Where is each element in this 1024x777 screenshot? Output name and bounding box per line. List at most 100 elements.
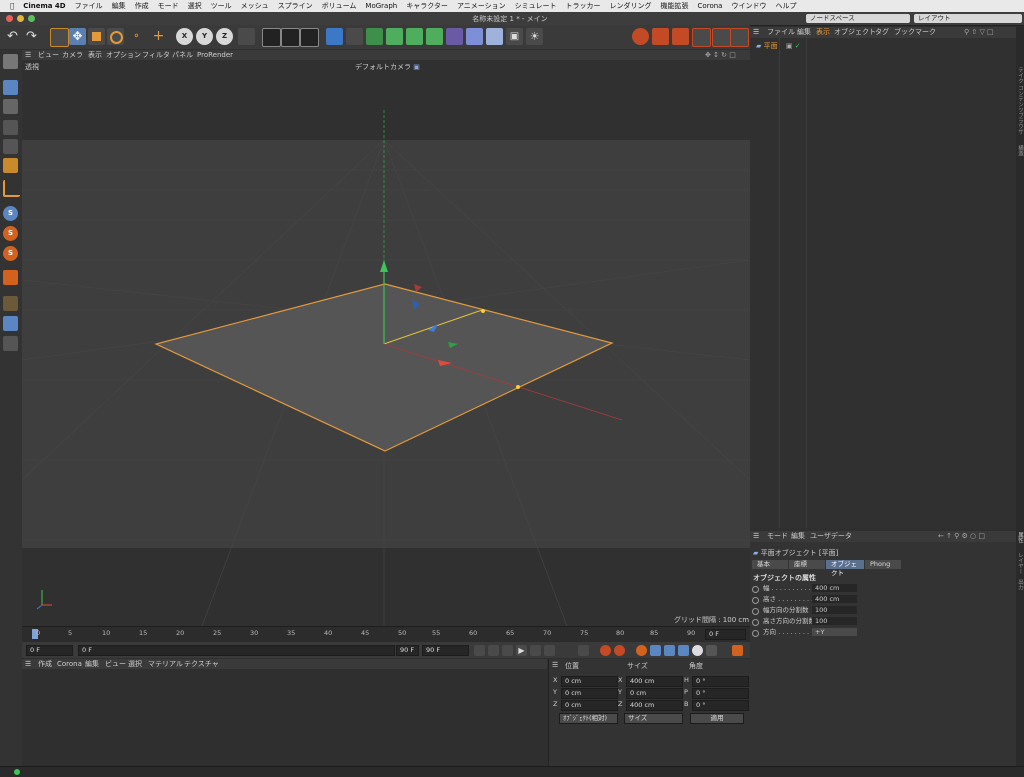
tab-layers[interactable]: レイヤー: [1016, 552, 1024, 574]
height-field[interactable]: 400 cm: [812, 595, 857, 603]
rotate-tool-icon[interactable]: [107, 28, 124, 45]
attributes-menu-mode[interactable]: モード: [767, 531, 788, 541]
make-editable-icon[interactable]: [3, 54, 18, 69]
object-menu-bookmark[interactable]: ブックマーク: [894, 27, 936, 37]
height-segments-field[interactable]: 100: [812, 617, 857, 625]
menu-item-file[interactable]: ファイル: [75, 1, 103, 11]
corona-material-icon[interactable]: [692, 28, 711, 47]
object-menu-file[interactable]: ファイル: [767, 27, 795, 37]
tab-output[interactable]: 出力: [1016, 579, 1024, 590]
viewport-menu-options[interactable]: オプション: [106, 50, 141, 60]
menu-item-help[interactable]: ヘルプ: [775, 1, 796, 11]
animate-radio-icon[interactable]: [752, 597, 759, 604]
redo-icon[interactable]: ↷: [23, 28, 40, 45]
menu-item-extensions[interactable]: 機能拡張: [661, 1, 689, 11]
object-manager-area[interactable]: ▰ 平面 ▣ ✓: [750, 38, 1016, 528]
zoom-window-button[interactable]: [28, 15, 35, 22]
layout-dropdown[interactable]: レイアウト: [914, 14, 1022, 23]
tab-object[interactable]: オブジェクト: [826, 560, 864, 577]
model-mode-icon[interactable]: [3, 80, 18, 95]
attributes-menu-edit[interactable]: 編集: [791, 531, 805, 541]
edge-mode-icon[interactable]: [3, 139, 18, 154]
viewport-menu-display[interactable]: 表示: [88, 50, 102, 60]
menu-item-mesh[interactable]: メッシュ: [241, 1, 269, 11]
menu-item-animation[interactable]: アニメーション: [457, 1, 506, 11]
point-mode-icon[interactable]: [3, 120, 18, 135]
move-tool-icon[interactable]: ✥: [69, 28, 86, 45]
app-menu[interactable]: Cinema 4D: [23, 2, 65, 10]
position-x-field[interactable]: 0 cm: [561, 676, 618, 687]
snap-settings-icon[interactable]: S: [3, 226, 18, 241]
key-position-icon[interactable]: [650, 645, 661, 656]
attributes-nav-icons[interactable]: ← ↑ ⚲ ⚙ ○ □: [938, 531, 985, 541]
end-frame-field[interactable]: 90 F: [396, 645, 419, 656]
menu-item-select[interactable]: 選択: [188, 1, 202, 11]
material-area[interactable]: [22, 669, 547, 766]
object-menu-object[interactable]: オブジェクト: [834, 27, 876, 37]
corona-tools-icon[interactable]: [712, 28, 731, 47]
corona-light-icon[interactable]: [730, 28, 749, 47]
menu-item-mograph[interactable]: MoGraph: [365, 2, 397, 10]
menu-item-render[interactable]: レンダリング: [610, 1, 652, 11]
viewport-menu-filter[interactable]: フィルタ: [142, 50, 170, 60]
tweak-mode-icon[interactable]: [3, 270, 18, 285]
x-axis-lock-icon[interactable]: X: [176, 28, 193, 45]
apple-icon[interactable]: : [10, 2, 14, 10]
render-settings-icon[interactable]: [300, 28, 319, 47]
goto-start-icon[interactable]: [474, 645, 485, 656]
object-manager-menu-icon[interactable]: ☰: [753, 27, 759, 37]
render-region-icon[interactable]: [262, 28, 281, 47]
pen-icon[interactable]: [346, 28, 363, 45]
prev-frame-icon[interactable]: [502, 645, 513, 656]
scale-tool-icon[interactable]: [88, 28, 105, 45]
z-axis-lock-icon[interactable]: Z: [216, 28, 233, 45]
size-y-field[interactable]: 0 cm: [626, 688, 683, 699]
material-menu-texture[interactable]: テクスチャ: [184, 659, 219, 669]
animate-radio-icon[interactable]: [752, 619, 759, 626]
record-icon[interactable]: [600, 645, 611, 656]
minimize-window-button[interactable]: [17, 15, 24, 22]
menu-item-tracker[interactable]: トラッカー: [566, 1, 601, 11]
corona-render-icon[interactable]: [632, 28, 649, 45]
rotation-p-field[interactable]: 0 °: [692, 688, 749, 699]
play-icon[interactable]: ▶: [516, 645, 527, 656]
menu-item-create[interactable]: 作成: [135, 1, 149, 11]
key-param-icon[interactable]: [692, 645, 703, 656]
orientation-dropdown[interactable]: +Y: [812, 628, 857, 636]
workplane-snap-icon[interactable]: S: [3, 246, 18, 261]
corona-vfb-icon[interactable]: [672, 28, 689, 45]
layer-icon[interactable]: ▣: [786, 42, 793, 50]
attributes-menu-userdata[interactable]: ユーザデータ: [810, 531, 852, 541]
menu-item-simulate[interactable]: シミュレート: [515, 1, 557, 11]
menu-item-character[interactable]: キャラクター: [406, 1, 448, 11]
undo-icon[interactable]: ↶: [4, 28, 21, 45]
viewport-menu-camera[interactable]: カメラ: [62, 50, 83, 60]
preview-end-field[interactable]: 90 F: [422, 645, 469, 656]
prev-key-icon[interactable]: [488, 645, 499, 656]
grid-icon[interactable]: [3, 336, 18, 351]
viewport-menu-icon[interactable]: ☰: [25, 50, 31, 60]
menu-item-spline[interactable]: スプライン: [278, 1, 313, 11]
menu-item-edit[interactable]: 編集: [112, 1, 126, 11]
menu-item-window[interactable]: ウインドウ: [731, 1, 766, 11]
next-frame-icon[interactable]: [530, 645, 541, 656]
width-field[interactable]: 400 cm: [812, 584, 857, 592]
texture-mode-icon[interactable]: [3, 99, 18, 114]
menu-item-corona[interactable]: Corona: [698, 2, 723, 10]
viewport-menu-view[interactable]: ビュー: [38, 50, 59, 60]
material-menu-corona[interactable]: Corona: [57, 659, 82, 669]
autokey-icon[interactable]: [614, 645, 625, 656]
y-axis-lock-icon[interactable]: Y: [196, 28, 213, 45]
object-menu-edit[interactable]: 編集: [797, 27, 811, 37]
current-frame-field[interactable]: 0 F: [78, 645, 395, 656]
3d-viewport[interactable]: 透視 デフォルトカメラ ▣ グリッド間隔 : 100 cm: [22, 60, 750, 626]
camera-icon[interactable]: ▣: [506, 28, 523, 45]
axis-mode-icon[interactable]: [3, 180, 20, 197]
tab-basic[interactable]: 基本: [752, 560, 788, 569]
width-segments-field[interactable]: 100: [812, 606, 857, 614]
viewport-nav-icons[interactable]: ✥ ↕ ↻ □: [705, 50, 736, 60]
cloner-icon[interactable]: [406, 28, 423, 45]
position-z-field[interactable]: 0 cm: [561, 700, 618, 711]
object-row-plane[interactable]: ▰ 平面 ▣ ✓: [756, 41, 976, 50]
plane-handle-point[interactable]: [481, 309, 485, 313]
